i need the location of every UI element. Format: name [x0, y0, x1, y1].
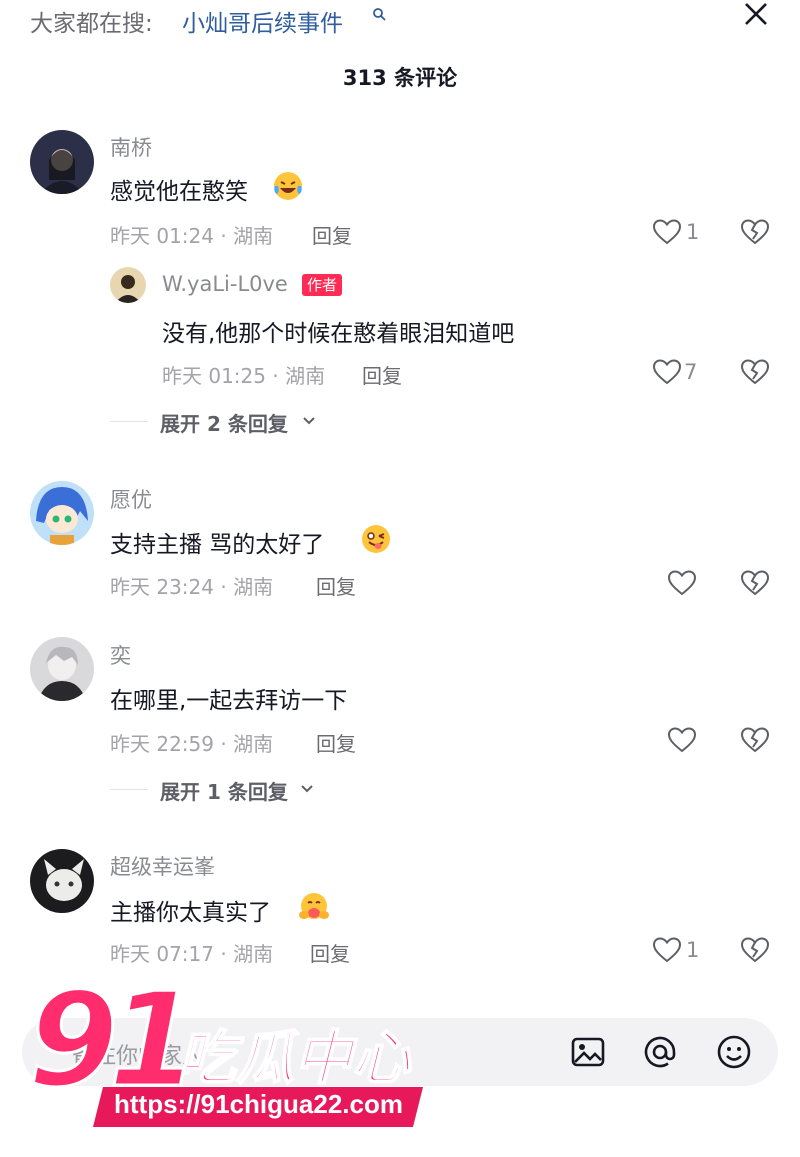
reply-button[interactable]: 回复 — [316, 571, 356, 600]
comment-text: 主播你太真实了 — [110, 900, 271, 926]
avatar[interactable] — [110, 267, 146, 303]
mention-at-icon[interactable] — [642, 1034, 678, 1070]
top-bar: 大家都在搜: 小灿哥后续事件 — [0, 0, 800, 40]
avatar[interactable] — [30, 481, 94, 545]
reply-button[interactable]: 回复 — [362, 360, 402, 389]
like-count: 7 — [684, 360, 698, 384]
comment-input-bar[interactable]: 备注你的家人 — [22, 1018, 778, 1086]
comment-username[interactable]: 愿优 — [110, 484, 152, 514]
like-count: 1 — [686, 220, 700, 244]
search-suggest-link[interactable]: 小灿哥后续事件 — [182, 4, 343, 38]
expand-divider — [110, 421, 148, 422]
reply-button[interactable]: 回复 — [316, 728, 356, 757]
comment-time-location: 昨天 23:24 · 湖南 — [110, 575, 274, 599]
expand-divider — [110, 789, 148, 790]
reply-button[interactable]: 回复 — [310, 938, 350, 967]
reply-time-location: 昨天 01:25 · 湖南 — [162, 364, 326, 388]
comment-time-location: 昨天 22:59 · 湖南 — [110, 732, 274, 756]
comment-input-placeholder[interactable]: 备注你的家人 — [72, 1038, 204, 1070]
laugh-cry-emoji — [274, 172, 302, 200]
comment-text: 在哪里,一起去拜访一下 — [110, 688, 348, 714]
wink-tongue-emoji — [362, 525, 390, 553]
expand-replies-button[interactable]: 展开 2 条回复 — [160, 408, 288, 437]
chevron-down-icon[interactable] — [302, 416, 316, 426]
watermark-url-background — [93, 1087, 423, 1127]
comment-username[interactable]: 超级幸运峯 — [110, 851, 215, 881]
expand-replies-button[interactable]: 展开 1 条回复 — [160, 776, 288, 805]
like-heart-icon[interactable] — [667, 569, 697, 597]
like-heart-icon[interactable] — [667, 726, 697, 754]
watermark-url: https://91chigua22.com — [114, 1089, 403, 1119]
comment-username[interactable]: 奕 — [110, 640, 131, 670]
image-icon[interactable] — [570, 1034, 606, 1070]
comment-time-location: 昨天 01:24 · 湖南 — [110, 224, 274, 248]
comment-time-location: 昨天 07:17 · 湖南 — [110, 942, 274, 966]
reply-button[interactable]: 回复 — [312, 220, 352, 249]
comment-count-title: 313 条评论 — [342, 66, 458, 90]
avatar[interactable] — [30, 637, 94, 701]
comment-text: 支持主播 骂的太好了 — [110, 532, 325, 558]
hug-emoji — [299, 893, 329, 919]
chevron-down-icon[interactable] — [300, 784, 314, 794]
like-heart-icon[interactable] — [652, 936, 682, 964]
comment-text: 感觉他在憨笑 — [110, 179, 248, 205]
search-icon[interactable] — [372, 7, 386, 21]
like-heart-icon[interactable] — [652, 218, 682, 246]
like-heart-icon[interactable] — [652, 358, 682, 386]
search-suggest-label: 大家都在搜: — [30, 11, 153, 37]
dislike-broken-heart-icon[interactable] — [740, 569, 770, 597]
avatar[interactable] — [30, 849, 94, 913]
dislike-broken-heart-icon[interactable] — [740, 726, 770, 754]
close-icon[interactable] — [742, 0, 770, 28]
dislike-broken-heart-icon[interactable] — [740, 936, 770, 964]
comment-username[interactable]: 南桥 — [110, 132, 152, 162]
reply-text: 没有,他那个时候在憨着眼泪知道吧 — [162, 321, 515, 347]
emoji-smile-icon[interactable] — [716, 1034, 752, 1070]
like-count: 1 — [686, 938, 700, 962]
dislike-broken-heart-icon[interactable] — [740, 218, 770, 246]
reply-username[interactable]: W.yaLi-L0ve — [162, 272, 288, 296]
avatar[interactable] — [30, 130, 94, 194]
author-badge: 作者 — [302, 274, 343, 296]
dislike-broken-heart-icon[interactable] — [740, 358, 770, 386]
